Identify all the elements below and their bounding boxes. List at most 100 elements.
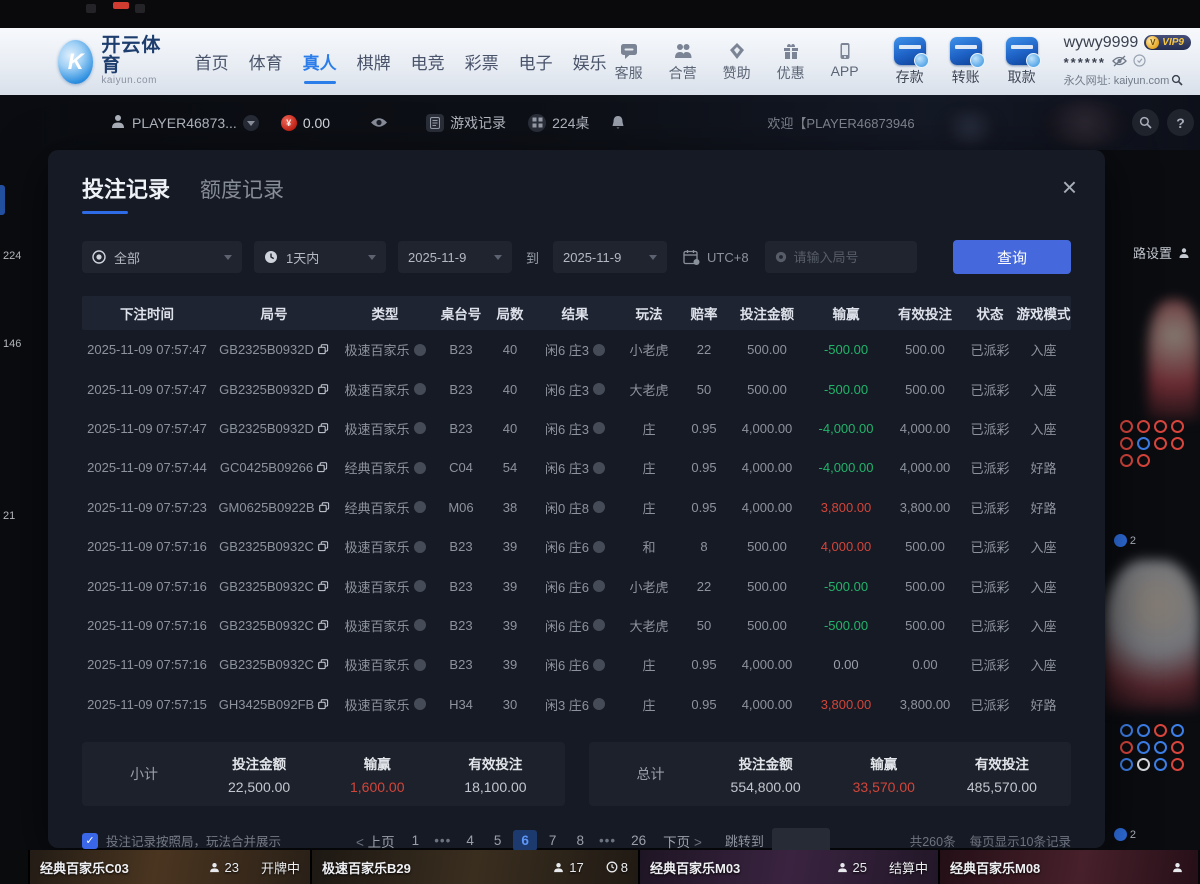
refresh-circle-icon[interactable]	[1133, 53, 1146, 72]
table-tile-b29[interactable]: 极速百家乐B29 17 8	[312, 850, 640, 884]
column-header-mode: 游戏模式	[1016, 303, 1071, 323]
table-tile-m03[interactable]: 经典百家乐M03 25 结算中	[640, 850, 940, 884]
table-tile-m08[interactable]: 经典百家乐M08	[940, 850, 1198, 884]
nav-item-7[interactable]: 娱乐	[570, 43, 610, 80]
search-button[interactable]	[1132, 109, 1159, 136]
cell-odds: 0.95	[680, 657, 728, 672]
page-button-5[interactable]: 5	[486, 830, 510, 851]
cell-rounds: 30	[488, 697, 532, 712]
page-button-26[interactable]: 26	[623, 830, 654, 851]
page-button-6[interactable]: 6	[513, 830, 537, 851]
people-icon	[673, 41, 693, 61]
nav-item-6[interactable]: 电子	[516, 43, 556, 80]
nav-item-0[interactable]: 首页	[192, 43, 232, 80]
cell-type: 极速百家乐	[336, 616, 434, 635]
cell-rounds: 40	[488, 342, 532, 357]
close-icon[interactable]: ×	[1062, 174, 1077, 200]
brand-logo[interactable]: K 开云体育 kaiyun.com	[58, 36, 166, 86]
sponsor-button[interactable]: 赞助	[718, 41, 756, 83]
cell-round: GC0425B09266	[212, 460, 336, 475]
eye-off-icon[interactable]	[1112, 53, 1127, 72]
page-size: 每页显示10条记录	[970, 831, 1071, 850]
transfer-button[interactable]: 转账	[946, 37, 986, 87]
cell-table_no: B23	[434, 618, 488, 633]
cell-type: 极速百家乐	[336, 340, 434, 359]
browser-chrome-strip	[0, 0, 1200, 28]
page-ellipsis: •••	[596, 830, 619, 851]
balance-visibility-toggle[interactable]	[370, 116, 388, 129]
round-search-field[interactable]	[765, 241, 917, 273]
copy-icon[interactable]	[318, 699, 329, 710]
withdraw-button[interactable]: 取款	[1002, 37, 1042, 87]
notifications-button[interactable]	[611, 115, 625, 131]
total-winloss: 33,570.00	[825, 779, 943, 795]
logo-title: 开云体育	[101, 36, 165, 76]
query-button[interactable]: 查询	[953, 240, 1071, 274]
magnifier-icon[interactable]	[1171, 74, 1183, 90]
table-tile-c03[interactable]: 经典百家乐C03 23 开牌中	[30, 850, 312, 884]
game-records-button[interactable]: 游戏记录	[426, 113, 506, 133]
copy-icon[interactable]	[318, 541, 329, 552]
copy-icon[interactable]	[318, 659, 329, 670]
cell-play: 小老虎	[618, 340, 680, 359]
nav-item-5[interactable]: 彩票	[462, 43, 502, 80]
date-to-picker[interactable]: 2025-11-9	[553, 241, 667, 273]
cell-mode: 入座	[1016, 537, 1071, 556]
nav-item-1[interactable]: 体育	[246, 43, 286, 80]
cell-round: GB2325B0932C	[212, 539, 336, 554]
nav-item-2[interactable]: 真人	[300, 43, 340, 80]
nav-item-4[interactable]: 电竞	[408, 43, 448, 80]
road-settings-link[interactable]: 路设置	[1133, 243, 1190, 262]
nav-item-3[interactable]: 棋牌	[354, 43, 394, 80]
info-icon	[414, 383, 426, 395]
cell-mode: 入座	[1016, 577, 1071, 596]
game-type-dropdown[interactable]: 全部	[82, 241, 242, 273]
promotions-button[interactable]: 优惠	[772, 41, 810, 83]
table-row: 2025-11-09 07:57:44GC0425B09266经典百家乐C045…	[82, 448, 1071, 487]
question-icon: ?	[1176, 115, 1185, 131]
merge-checkbox[interactable]: ✓	[82, 833, 98, 849]
cell-rounds: 39	[488, 539, 532, 554]
deposit-button[interactable]: 存款	[890, 37, 930, 87]
wallet-action-label: 转账	[952, 67, 980, 87]
round-input[interactable]	[794, 250, 907, 265]
cell-result: 闲6 庄6	[532, 577, 618, 596]
tables-count-button[interactable]: 224桌	[528, 113, 589, 133]
copy-icon[interactable]	[318, 384, 329, 395]
page-button-8[interactable]: 8	[568, 830, 592, 851]
copy-icon[interactable]	[317, 462, 328, 473]
round-icon	[775, 250, 787, 264]
copy-icon[interactable]	[319, 502, 330, 513]
copy-icon[interactable]	[318, 620, 329, 631]
tab-quota-records[interactable]: 额度记录	[200, 174, 284, 214]
page-button-1[interactable]: 1	[404, 830, 428, 851]
time-range-dropdown[interactable]: 1天内	[254, 241, 386, 273]
sidebar-count: 21	[3, 510, 15, 522]
table-row: 2025-11-09 07:57:23GM0625B0922B经典百家乐M063…	[82, 488, 1071, 527]
player-account-dropdown[interactable]: PLAYER46873...	[110, 113, 259, 132]
cell-mode: 入座	[1016, 380, 1071, 399]
permanent-url: 永久网址: kaiyun.com	[1064, 74, 1191, 90]
app-download-button[interactable]: APP	[826, 41, 864, 83]
person-icon	[1178, 247, 1190, 259]
tab-bet-records[interactable]: 投注记录	[82, 172, 170, 214]
copy-icon[interactable]	[318, 581, 329, 592]
help-button[interactable]: ?	[1167, 109, 1194, 136]
partnership-button[interactable]: 合营	[664, 41, 702, 83]
cell-status: 已派彩	[964, 655, 1016, 674]
timezone-display[interactable]: UTC+8	[679, 249, 753, 265]
page-button-7[interactable]: 7	[541, 830, 565, 851]
copy-icon[interactable]	[318, 423, 329, 434]
bell-icon	[611, 115, 625, 131]
column-header-bet: 投注金额	[728, 303, 806, 323]
cell-table_no: B23	[434, 657, 488, 672]
cell-type: 极速百家乐	[336, 695, 434, 714]
phone-icon	[835, 41, 855, 61]
page-button-4[interactable]: 4	[458, 830, 482, 851]
date-from-picker[interactable]: 2025-11-9	[398, 241, 512, 273]
bet-records-modal: 投注记录 额度记录 × 全部 1天内 2025-11-9 到 2025-11-9	[48, 150, 1105, 848]
column-header-rounds: 局数	[488, 303, 532, 323]
customer-service-button[interactable]: 客服	[610, 41, 648, 83]
copy-icon[interactable]	[318, 344, 329, 355]
sidebar-count: 224	[3, 250, 21, 262]
